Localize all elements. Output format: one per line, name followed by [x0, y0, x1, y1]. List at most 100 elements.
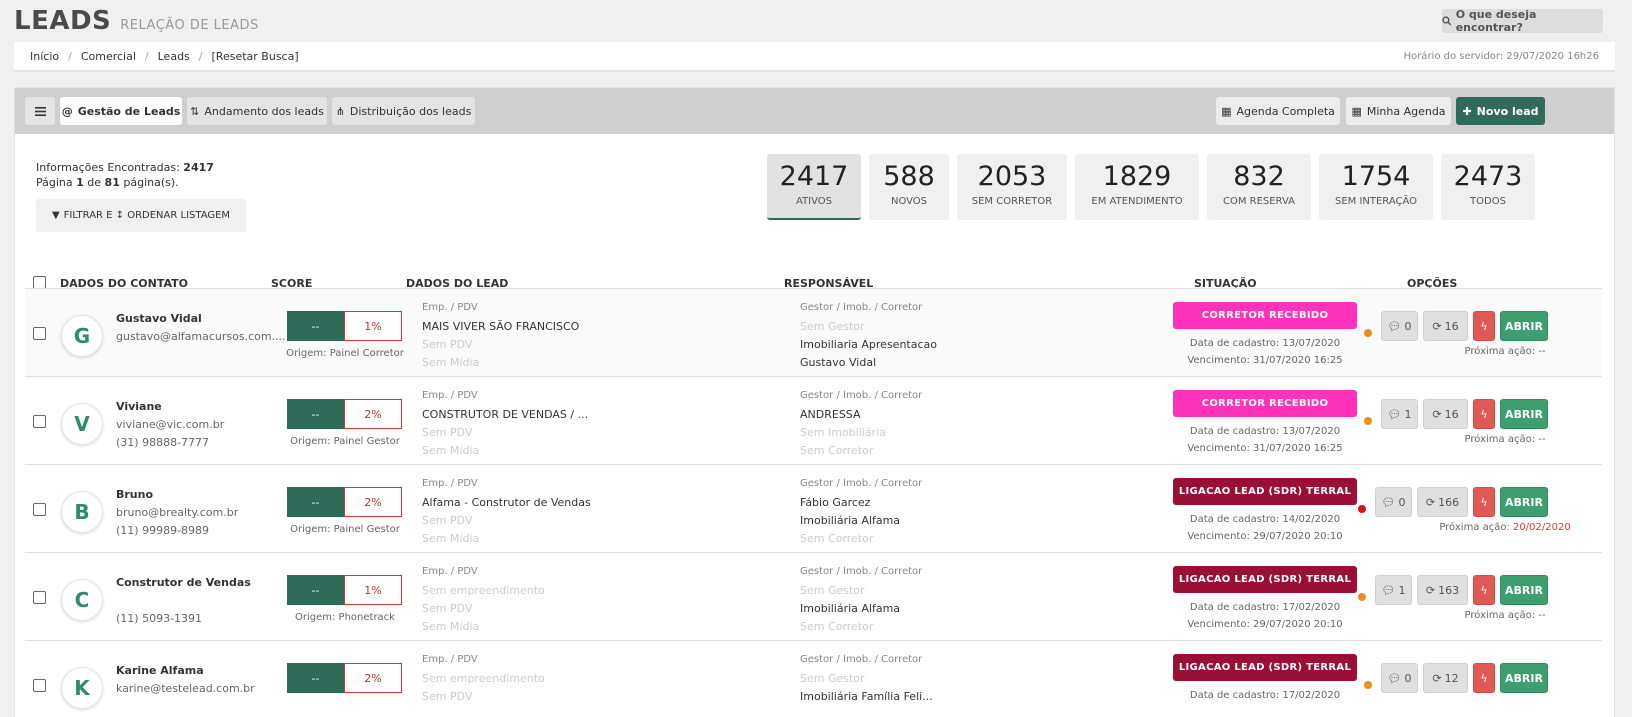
quick-action-button[interactable]: ϟ: [1473, 575, 1495, 605]
main-panel: @ Gestão de Leads ⇅ Andamento dos leads …: [14, 87, 1615, 717]
breadcrumb-reset-search[interactable]: [Resetar Busca]: [212, 50, 299, 63]
situation-badge[interactable]: LIGACAO LEAD (SDR) TERRAL: [1173, 478, 1357, 505]
tab-label: Gestão de Leads: [77, 104, 181, 118]
quick-action-button[interactable]: ϟ: [1473, 399, 1495, 429]
search-button[interactable]: O que deseja encontrar?: [1442, 8, 1603, 34]
situation-badge[interactable]: CORRETOR RECEBIDO: [1173, 302, 1357, 329]
open-label: ABRIR: [1505, 671, 1543, 685]
open-button[interactable]: ABRIR: [1500, 311, 1548, 341]
next-action-value: 20/02/2020: [1513, 522, 1571, 533]
page-label: Página: [36, 176, 73, 189]
comment-icon: 💬︎: [1381, 495, 1396, 509]
info-count: Informações Encontradas: 2417 Página 1 d…: [36, 160, 214, 190]
cadastro-date: Data de cadastro: 17/02/2020: [1189, 602, 1341, 613]
stat-value: 2473: [1453, 161, 1523, 192]
stat-ativos[interactable]: 2417 Ativos: [767, 154, 861, 220]
stat-label: Com Reserva: [1222, 196, 1296, 207]
breadcrumb-inicio[interactable]: Início: [30, 50, 59, 63]
agenda-completa-button[interactable]: ▦ Agenda Completa: [1216, 97, 1340, 125]
stat-label: Ativos: [795, 196, 832, 207]
lead-midia: Sem Mídia: [422, 444, 480, 457]
comments-button[interactable]: 💬︎ 1: [1381, 399, 1418, 429]
breadcrumb-leads[interactable]: Leads: [158, 50, 190, 63]
quick-action-button[interactable]: ϟ: [1473, 311, 1495, 341]
bolt-icon: ϟ: [1480, 583, 1488, 597]
stat-com-reserva[interactable]: 832 Com Reserva: [1207, 154, 1311, 220]
history-button[interactable]: ⟳ 12: [1423, 663, 1468, 693]
row-checkbox[interactable]: [33, 591, 46, 604]
lead-origin: Origem: Painel Gestor: [290, 436, 400, 447]
history-button[interactable]: ⟳ 16: [1423, 311, 1468, 341]
minha-agenda-button[interactable]: ▦ Minha Agenda: [1346, 97, 1451, 125]
contact-name[interactable]: Karine Alfama: [116, 664, 204, 677]
comments-button[interactable]: 💬︎ 0: [1375, 487, 1412, 517]
contact-phone: (11) 5093-1391: [116, 612, 203, 625]
stat-novos[interactable]: 588 Novos: [869, 154, 949, 220]
table-row: G Gustavo Vidal gustavo@alfamacursos.com…: [25, 288, 1602, 379]
plus-icon: ✚: [1462, 104, 1472, 118]
history-button[interactable]: ⟳ 16: [1423, 399, 1468, 429]
page-subtitle: RELAÇÃO DE LEADS: [120, 18, 259, 33]
history-button[interactable]: ⟳ 166: [1417, 487, 1468, 517]
filter-icon: ▼: [51, 210, 60, 221]
open-button[interactable]: ABRIR: [1500, 399, 1548, 429]
row-checkbox[interactable]: [33, 503, 46, 516]
stat-value: 2053: [977, 161, 1047, 192]
menu-button[interactable]: [25, 97, 55, 125]
breadcrumb-comercial[interactable]: Comercial: [81, 50, 136, 63]
row-checkbox[interactable]: [33, 415, 46, 428]
lead-pdv: Sem PDV: [422, 338, 473, 351]
lead-origin: Origem: Painel Gestor: [290, 524, 400, 535]
open-button[interactable]: ABRIR: [1500, 487, 1548, 517]
contact-name[interactable]: Viviane: [116, 400, 162, 413]
score-percent: 1%: [344, 311, 402, 341]
lead-origin: Origem: Painel Corretor: [286, 348, 404, 359]
stat-todos[interactable]: 2473 Todos: [1441, 154, 1535, 220]
info-count-value: 2417: [183, 161, 214, 174]
stat-em-atendimento[interactable]: 1829 Em Atendimento: [1075, 154, 1199, 220]
novo-lead-button[interactable]: ✚ Novo lead: [1456, 97, 1545, 125]
responsible-imobiliaria: Imobiliaria Apresentacao: [800, 338, 937, 351]
comments-button[interactable]: 💬︎ 0: [1381, 663, 1418, 693]
comments-button[interactable]: 💬︎ 0: [1381, 311, 1418, 341]
tab-distribuicao-leads[interactable]: ⋔ Distribuição dos leads: [332, 97, 475, 125]
search-icon: [1442, 16, 1452, 26]
row-checkbox[interactable]: [33, 679, 46, 692]
responsible-imobiliaria: Imobiliária Alfama: [800, 602, 901, 615]
lead-midia: Sem Mídia: [422, 356, 480, 369]
server-time: Horário do servidor: 29/07/2020 16h26: [1403, 50, 1599, 62]
next-action: Próxima ação: 20/02/2020: [1405, 522, 1605, 533]
stat-label: Sem Interação: [1334, 196, 1418, 207]
situation-badge[interactable]: LIGACAO LEAD (SDR) TERRAL: [1173, 566, 1357, 593]
open-button[interactable]: ABRIR: [1500, 575, 1548, 605]
situation-badge[interactable]: LIGACAO LEAD (SDR) TERRAL: [1173, 654, 1357, 681]
quick-action-button[interactable]: ϟ: [1473, 487, 1495, 517]
next-action: Próxima ação: --: [1405, 610, 1605, 621]
stat-sem-corretor[interactable]: 2053 Sem Corretor: [957, 154, 1067, 220]
score-percent: 2%: [344, 663, 402, 693]
score-percent: 1%: [344, 575, 402, 605]
contact-name[interactable]: Construtor de Vendas: [116, 576, 251, 589]
lead-label: Emp. / PDV: [422, 390, 478, 401]
avatar-letter: G: [73, 324, 91, 348]
comments-button[interactable]: 💬︎ 1: [1375, 575, 1412, 605]
vencimento-date: Vencimento: 31/07/2020 16:25: [1187, 355, 1343, 366]
open-button[interactable]: ABRIR: [1500, 663, 1548, 693]
vencimento-date: Vencimento: 29/07/2020 20:10: [1187, 531, 1343, 542]
quick-action-button[interactable]: ϟ: [1473, 663, 1495, 693]
page-of: de: [87, 176, 102, 189]
avatar: C: [61, 579, 103, 621]
lead-pdv: Sem PDV: [422, 426, 473, 439]
filter-button[interactable]: ▼ FILTRAR E ↕ ORDENAR LISTAGEM: [36, 199, 246, 232]
history-count: 163: [1438, 583, 1460, 597]
lead-empreendimento: MAIS VIVER SÃO FRANCISCO: [422, 320, 580, 333]
comments-count: 1: [1404, 407, 1412, 421]
history-button[interactable]: ⟳ 163: [1417, 575, 1468, 605]
row-checkbox[interactable]: [33, 327, 46, 340]
situation-badge[interactable]: CORRETOR RECEBIDO: [1173, 390, 1357, 417]
contact-name[interactable]: Bruno: [116, 488, 153, 501]
tab-gestao-leads[interactable]: @ Gestão de Leads: [60, 97, 182, 125]
tab-andamento-leads[interactable]: ⇅ Andamento dos leads: [187, 97, 327, 125]
stat-sem-interacao[interactable]: 1754 Sem Interação: [1319, 154, 1433, 220]
contact-name[interactable]: Gustavo Vidal: [116, 312, 202, 325]
